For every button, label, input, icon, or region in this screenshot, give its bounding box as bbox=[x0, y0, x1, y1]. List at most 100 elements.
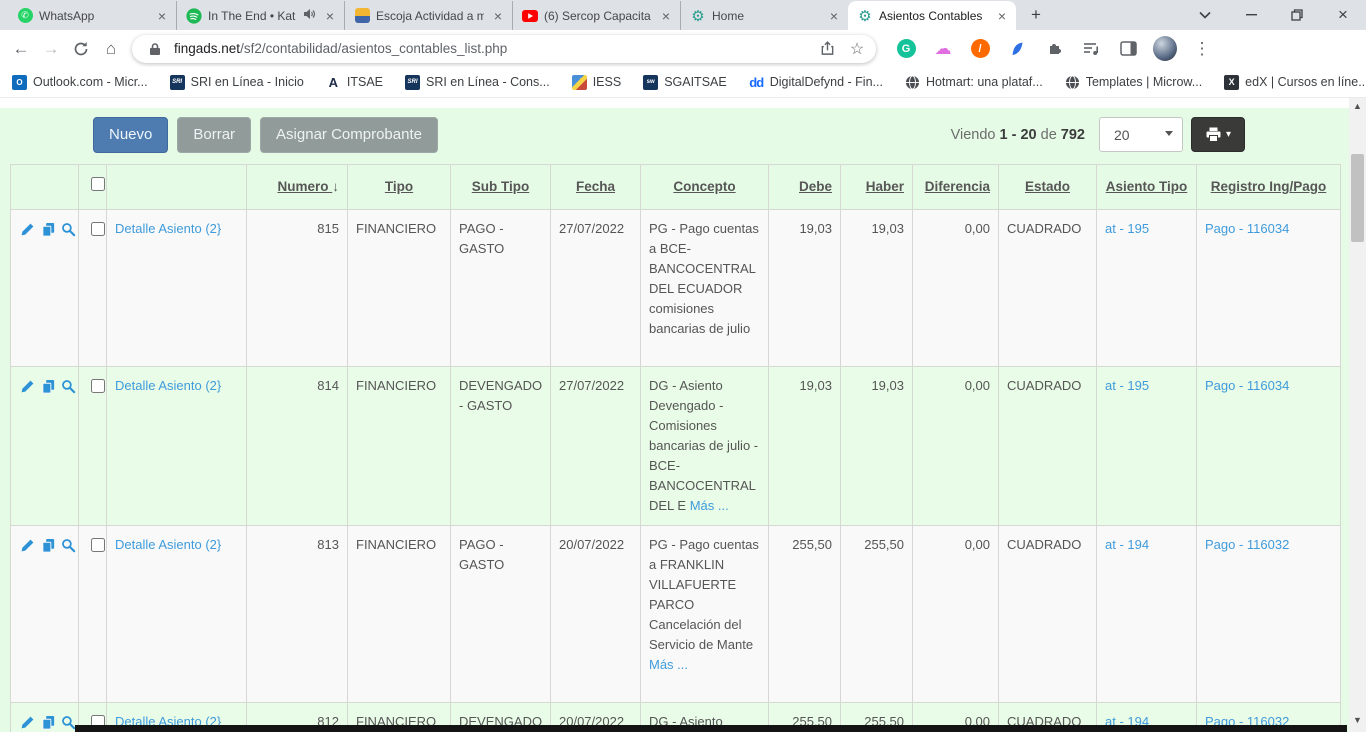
header-registro[interactable]: Registro Ing/Pago bbox=[1197, 165, 1341, 210]
new-tab-button[interactable]: + bbox=[1022, 1, 1050, 29]
detalle-asiento-link[interactable]: Detalle Asiento (2} bbox=[115, 537, 221, 552]
edit-icon[interactable] bbox=[20, 379, 35, 394]
copy-icon[interactable] bbox=[41, 379, 56, 394]
mas-link[interactable]: Más ... bbox=[649, 657, 688, 672]
registro-link[interactable]: Pago - 116034 bbox=[1205, 221, 1289, 236]
bookmark-item[interactable]: Hotmart: una plataf... bbox=[905, 75, 1043, 90]
mas-link[interactable]: Más ... bbox=[690, 498, 729, 513]
bookmark-item[interactable]: A ITSAE bbox=[326, 75, 383, 90]
row-checkbox[interactable] bbox=[91, 222, 105, 236]
asiento-tipo-link[interactable]: at - 195 bbox=[1105, 221, 1149, 236]
forward-icon[interactable]: → bbox=[36, 34, 66, 64]
side-panel-icon[interactable] bbox=[1116, 37, 1140, 61]
nuevo-button[interactable]: Nuevo bbox=[93, 117, 168, 153]
detalle-asiento-link[interactable]: Detalle Asiento (2} bbox=[115, 378, 221, 393]
asiento-tipo-link[interactable]: at - 195 bbox=[1105, 378, 1149, 393]
header-numero[interactable]: Numero ↓ bbox=[247, 165, 348, 210]
search-icon[interactable] bbox=[61, 538, 76, 553]
registro-cell: Pago - 116034 bbox=[1197, 367, 1341, 526]
browser-tab[interactable]: ⚙ Asientos Contables × bbox=[848, 1, 1016, 30]
browser-tab[interactable]: (6) Sercop Capacita - Y × bbox=[512, 1, 680, 30]
bookmark-item[interactable]: sw SGAITSAE bbox=[643, 75, 727, 90]
browser-tab[interactable]: ✆ WhatsApp × bbox=[8, 1, 176, 30]
bookmark-item[interactable]: O Outlook.com - Micr... bbox=[12, 75, 148, 90]
scrollbar-thumb[interactable] bbox=[1351, 154, 1364, 242]
tab-close-icon[interactable]: × bbox=[490, 8, 506, 24]
header-haber[interactable]: Haber bbox=[841, 165, 913, 210]
table-header-row: Numero ↓ Tipo Sub Tipo Fecha Concepto De… bbox=[11, 165, 1341, 210]
asignar-comprobante-button[interactable]: Asignar Comprobante bbox=[260, 117, 438, 153]
search-icon[interactable] bbox=[61, 222, 76, 237]
extensions-puzzle-icon[interactable] bbox=[1042, 37, 1066, 61]
header-debe[interactable]: Debe bbox=[769, 165, 841, 210]
reload-icon[interactable] bbox=[66, 34, 96, 64]
edit-icon[interactable] bbox=[20, 222, 35, 237]
bookmark-item[interactable]: IESS bbox=[572, 75, 622, 90]
haber-cell: 255,50 bbox=[841, 526, 913, 703]
share-icon[interactable] bbox=[816, 38, 838, 60]
header-concepto[interactable]: Concepto bbox=[641, 165, 769, 210]
back-icon[interactable]: ← bbox=[6, 34, 36, 64]
tab-close-icon[interactable]: × bbox=[322, 8, 338, 24]
copy-icon[interactable] bbox=[41, 715, 56, 730]
detalle-cell: Detalle Asiento (2} bbox=[107, 526, 247, 703]
bookmarks-bar: O Outlook.com - Micr... SRI SRI en Línea… bbox=[0, 67, 1366, 98]
bookmark-star-icon[interactable]: ☆ bbox=[846, 38, 868, 60]
grammarly-extension-icon[interactable]: G bbox=[894, 37, 918, 61]
detalle-asiento-link[interactable]: Detalle Asiento (2} bbox=[115, 221, 221, 236]
browser-tab[interactable]: Escoja Actividad a mo × bbox=[344, 1, 512, 30]
browser-tab[interactable]: In The End • Kat D × bbox=[176, 1, 344, 30]
search-icon[interactable] bbox=[61, 715, 76, 730]
print-button[interactable]: ▾ bbox=[1191, 117, 1245, 152]
copy-icon[interactable] bbox=[41, 222, 56, 237]
row-actions-cell bbox=[11, 210, 79, 367]
bookmark-item[interactable]: dd DigitalDefynd - Fin... bbox=[749, 75, 883, 90]
header-estado[interactable]: Estado bbox=[999, 165, 1097, 210]
borrar-button[interactable]: Borrar bbox=[177, 117, 251, 153]
header-asiento-tipo[interactable]: Asiento Tipo bbox=[1097, 165, 1197, 210]
header-fecha[interactable]: Fecha bbox=[551, 165, 641, 210]
close-window-button[interactable]: × bbox=[1320, 0, 1366, 30]
horizontal-scrollbar[interactable] bbox=[75, 725, 1347, 732]
tab-close-icon[interactable]: × bbox=[658, 8, 674, 24]
tab-search-chevron-icon[interactable] bbox=[1182, 0, 1228, 30]
registro-link[interactable]: Pago - 116032 bbox=[1205, 537, 1289, 552]
edit-icon[interactable] bbox=[20, 715, 35, 730]
maximize-button[interactable] bbox=[1274, 0, 1320, 30]
tab-audio-icon[interactable] bbox=[303, 8, 316, 23]
bookmark-item[interactable]: X edX | Cursos en líne... bbox=[1224, 75, 1366, 90]
cloud-extension-icon[interactable]: ☁ bbox=[931, 37, 955, 61]
bookmark-item[interactable]: SRI SRI en Línea - Inicio bbox=[170, 75, 304, 90]
tab-title: Escoja Actividad a mo bbox=[376, 9, 484, 23]
feather-extension-icon[interactable] bbox=[1005, 37, 1029, 61]
media-controls-icon[interactable] bbox=[1079, 37, 1103, 61]
vertical-scrollbar[interactable]: ▲ ▼ bbox=[1349, 98, 1366, 732]
header-diferencia[interactable]: Diferencia bbox=[913, 165, 999, 210]
search-icon[interactable] bbox=[61, 379, 76, 394]
row-checkbox[interactable] bbox=[91, 379, 105, 393]
browser-tab[interactable]: ⚙ Home × bbox=[680, 1, 848, 30]
page-size-select[interactable]: 20 bbox=[1099, 117, 1183, 152]
copy-icon[interactable] bbox=[41, 538, 56, 553]
tab-close-icon[interactable]: × bbox=[994, 8, 1010, 24]
bookmark-item[interactable]: Templates | Microw... bbox=[1065, 75, 1202, 90]
tab-close-icon[interactable]: × bbox=[154, 8, 170, 24]
registro-link[interactable]: Pago - 116034 bbox=[1205, 378, 1289, 393]
header-tipo[interactable]: Tipo bbox=[348, 165, 451, 210]
address-bar[interactable]: fingads.net/sf2/contabilidad/asientos_co… bbox=[132, 35, 876, 63]
select-all-checkbox[interactable] bbox=[91, 177, 105, 191]
header-sub-tipo[interactable]: Sub Tipo bbox=[451, 165, 551, 210]
asiento-tipo-cell: at - 195 bbox=[1097, 367, 1197, 526]
asiento-tipo-link[interactable]: at - 194 bbox=[1105, 537, 1149, 552]
scroll-up-icon[interactable]: ▲ bbox=[1353, 98, 1362, 114]
edit-icon[interactable] bbox=[20, 538, 35, 553]
tab-close-icon[interactable]: × bbox=[826, 8, 842, 24]
orange-extension-icon[interactable]: / bbox=[968, 37, 992, 61]
home-icon[interactable]: ⌂ bbox=[96, 34, 126, 64]
profile-avatar[interactable] bbox=[1153, 37, 1177, 61]
row-checkbox[interactable] bbox=[91, 538, 105, 552]
minimize-button[interactable] bbox=[1228, 0, 1274, 30]
bookmark-item[interactable]: SRI SRI en Línea - Cons... bbox=[405, 75, 550, 90]
scroll-down-icon[interactable]: ▼ bbox=[1353, 712, 1362, 728]
browser-menu-icon[interactable]: ⋮ bbox=[1190, 37, 1214, 61]
